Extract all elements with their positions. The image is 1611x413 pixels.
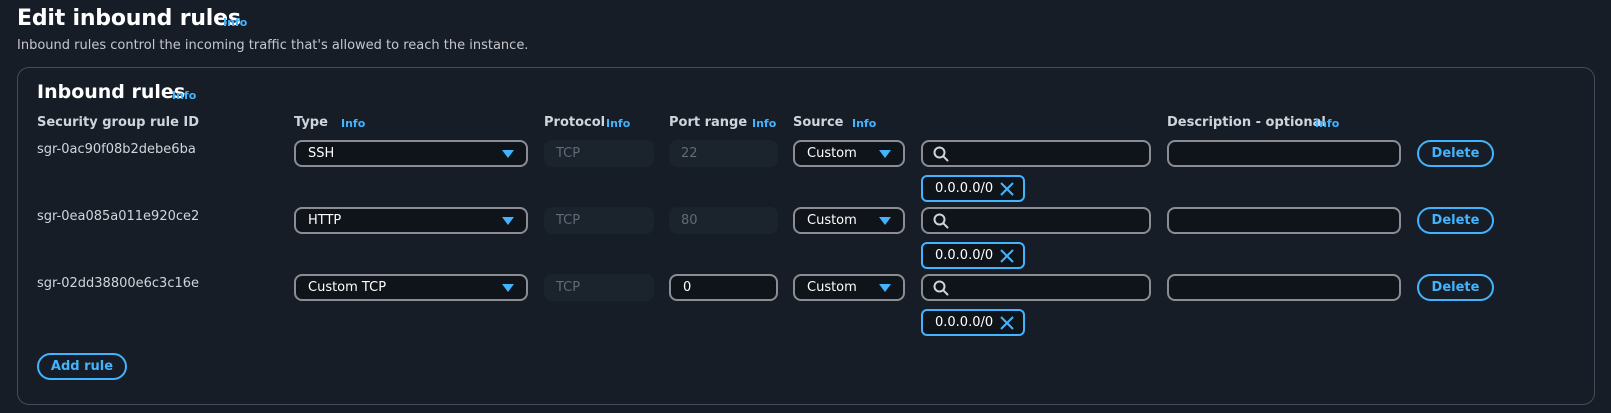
- source-select-value: Custom: [807, 146, 857, 161]
- source-search-input[interactable]: [921, 274, 1151, 301]
- source-search-input[interactable]: [921, 140, 1151, 167]
- delete-button[interactable]: Delete: [1417, 274, 1494, 301]
- page-title: Edit inbound rules: [17, 6, 241, 31]
- column-header-protocol: Protocol: [544, 115, 606, 130]
- port-range-input[interactable]: 0: [669, 274, 778, 301]
- caret-down-icon: [502, 150, 514, 158]
- source-token: 0.0.0.0/0: [921, 309, 1025, 336]
- close-icon[interactable]: [999, 315, 1015, 331]
- search-icon: [933, 213, 949, 229]
- description-input[interactable]: [1167, 207, 1401, 234]
- page: Edit inbound rules Info Inbound rules co…: [0, 0, 1611, 413]
- search-icon: [933, 146, 949, 162]
- description-input[interactable]: [1167, 274, 1401, 301]
- search-icon: [933, 280, 949, 296]
- type-select-value: SSH: [308, 146, 335, 161]
- source-token-label: 0.0.0.0/0: [935, 315, 994, 330]
- source-token: 0.0.0.0/0: [921, 175, 1025, 202]
- source-select[interactable]: Custom: [793, 207, 905, 234]
- source-select-value: Custom: [807, 280, 857, 295]
- close-icon[interactable]: [999, 181, 1015, 197]
- type-select-value: Custom TCP: [308, 280, 387, 295]
- add-rule-button[interactable]: Add rule: [37, 353, 127, 380]
- protocol-field: TCP: [544, 274, 654, 301]
- source-search-input[interactable]: [921, 207, 1151, 234]
- port-range-info-link[interactable]: Info: [752, 117, 776, 130]
- port-range-field: 80: [669, 207, 778, 234]
- column-header-source: Source: [793, 115, 844, 130]
- source-select[interactable]: Custom: [793, 274, 905, 301]
- caret-down-icon: [502, 217, 514, 225]
- description-input[interactable]: [1167, 140, 1401, 167]
- section-info-link[interactable]: Info: [172, 89, 196, 102]
- delete-button[interactable]: Delete: [1417, 207, 1494, 234]
- rule-id: sgr-02dd38800e6c3c16e: [37, 276, 200, 291]
- rule-id: sgr-0ac90f08b2debe6ba: [37, 142, 196, 157]
- column-header-type: Type: [294, 115, 328, 130]
- rule-id: sgr-0ea085a011e920ce2: [37, 209, 200, 224]
- page-description: Inbound rules control the incoming traff…: [17, 38, 529, 53]
- type-select[interactable]: HTTP: [294, 207, 528, 234]
- port-range-field: 22: [669, 140, 778, 167]
- source-token: 0.0.0.0/0: [921, 242, 1025, 269]
- description-info-link[interactable]: Info: [1315, 117, 1339, 130]
- close-icon[interactable]: [999, 248, 1015, 264]
- protocol-field: TCP: [544, 207, 654, 234]
- column-header-rule-id: Security group rule ID: [37, 115, 200, 130]
- column-header-port-range: Port range: [669, 115, 748, 130]
- delete-button[interactable]: Delete: [1417, 140, 1494, 167]
- page-title-info-link[interactable]: Info: [223, 16, 247, 29]
- type-select-value: HTTP: [308, 213, 342, 228]
- type-select[interactable]: Custom TCP: [294, 274, 528, 301]
- section-title: Inbound rules: [37, 81, 186, 103]
- source-info-link[interactable]: Info: [852, 117, 876, 130]
- column-header-description: Description - optional: [1167, 115, 1326, 130]
- source-select[interactable]: Custom: [793, 140, 905, 167]
- caret-down-icon: [879, 150, 891, 158]
- protocol-info-link[interactable]: Info: [606, 117, 630, 130]
- source-select-value: Custom: [807, 213, 857, 228]
- type-info-link[interactable]: Info: [341, 117, 365, 130]
- source-token-label: 0.0.0.0/0: [935, 248, 994, 263]
- source-token-label: 0.0.0.0/0: [935, 181, 994, 196]
- caret-down-icon: [879, 217, 891, 225]
- protocol-field: TCP: [544, 140, 654, 167]
- caret-down-icon: [879, 284, 891, 292]
- type-select[interactable]: SSH: [294, 140, 528, 167]
- caret-down-icon: [502, 284, 514, 292]
